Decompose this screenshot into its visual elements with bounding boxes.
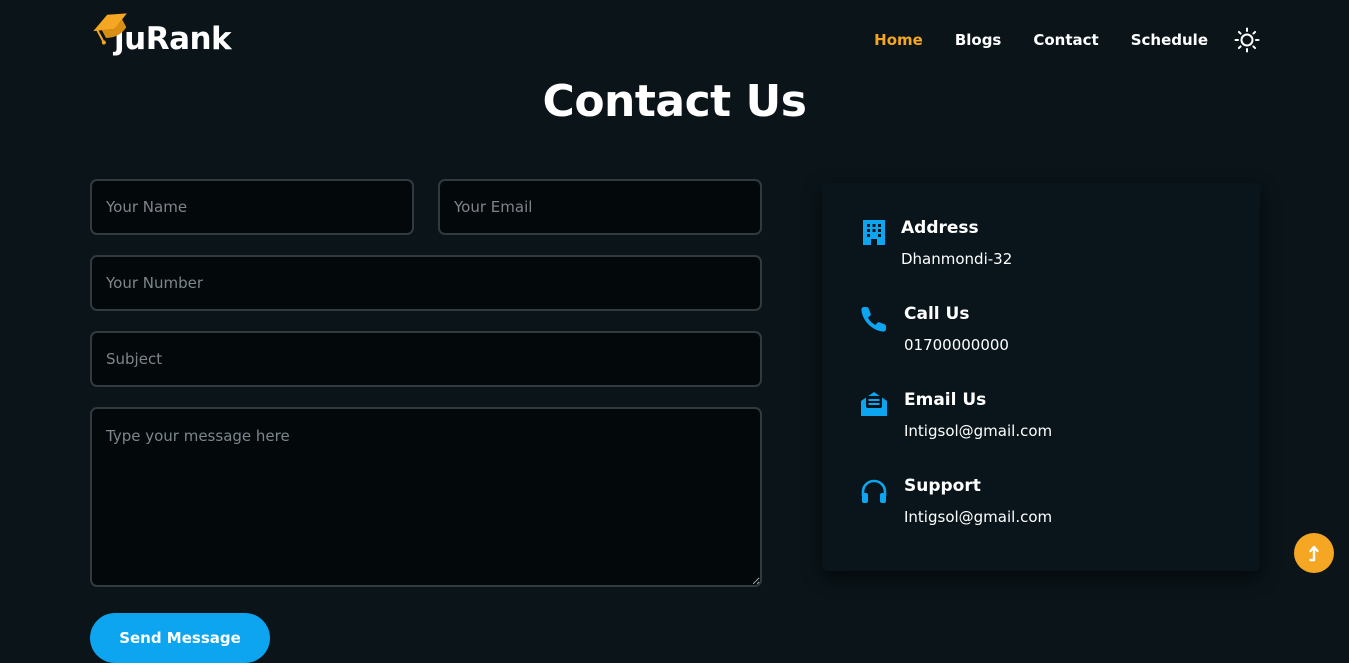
page-title: Contact Us [542,76,807,127]
info-title: Email Us [904,390,987,410]
scroll-to-top-button[interactable] [1294,533,1334,573]
headphones-icon [861,479,887,503]
info-title: Call Us [904,304,970,324]
contact-info-card: Address Dhanmondi-32 Call Us 01700000000… [822,183,1260,571]
name-input[interactable] [90,179,414,235]
email-input[interactable] [438,179,762,235]
send-message-button[interactable]: Send Message [90,613,270,663]
phone-icon [861,307,886,332]
brand-logo[interactable]: juRank [92,6,232,62]
info-value: Intigsol@gmail.com [904,422,1053,440]
main-nav: Home Blogs Contact Schedule [874,25,1260,55]
building-icon [863,220,885,245]
sun-icon[interactable] [1234,27,1260,53]
info-value: Dhanmondi-32 [901,250,1013,268]
contact-page: juRank Home Blogs Contact Schedule Conta… [0,0,1349,663]
graduation-cap-icon [93,13,127,45]
nav-contact[interactable]: Contact [1033,31,1098,49]
message-textarea[interactable] [90,407,762,587]
number-input[interactable] [90,255,762,311]
info-value: 01700000000 [904,336,1009,354]
subject-input[interactable] [90,331,762,387]
arrow-up-icon [1309,545,1319,562]
nav-home[interactable]: Home [874,31,923,49]
nav-schedule[interactable]: Schedule [1131,31,1208,49]
info-title: Support [904,476,981,496]
info-value: Intigsol@gmail.com [904,508,1053,526]
nav-blogs[interactable]: Blogs [955,31,1002,49]
info-title: Address [901,218,979,238]
envelope-icon [861,392,887,416]
